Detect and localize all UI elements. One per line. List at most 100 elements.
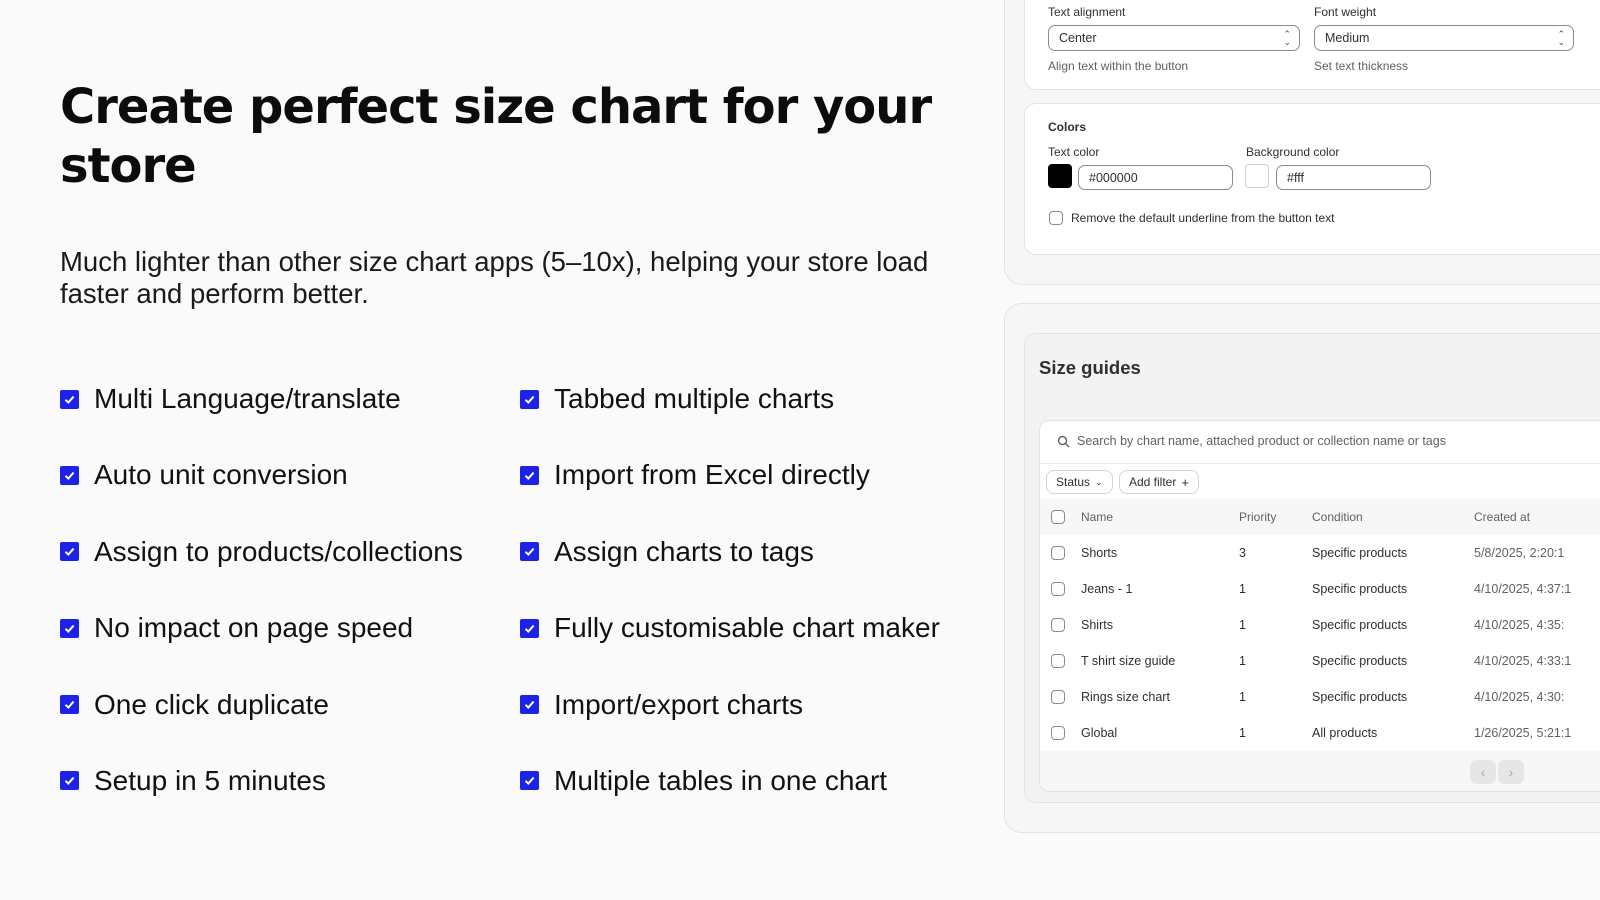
- checkbox-checked-icon: [520, 542, 539, 562]
- row-name[interactable]: T shirt size guide: [1081, 643, 1175, 679]
- row-condition: Specific products: [1312, 618, 1408, 632]
- row-created-at: 4/10/2025, 4:33:1: [1474, 654, 1572, 668]
- row-name[interactable]: Global: [1081, 715, 1117, 751]
- feature-label: Import from Excel directly: [554, 459, 870, 491]
- feature-list-right: Tabbed multiple charts Import from Excel…: [520, 382, 970, 840]
- column-header-condition[interactable]: Condition: [1312, 499, 1363, 535]
- font-weight-hint: Set text thickness: [1314, 59, 1409, 73]
- feature-list-left: Multi Language/translate Auto unit conve…: [60, 382, 510, 840]
- table-row[interactable]: T shirt size guide 1 Specific products 4…: [1040, 643, 1600, 680]
- column-header-created-at[interactable]: Created at: [1474, 499, 1530, 535]
- feature-item: Tabbed multiple charts: [520, 382, 970, 416]
- row-condition: Specific products: [1312, 582, 1408, 596]
- row-checkbox[interactable]: [1051, 546, 1065, 560]
- row-name[interactable]: Shorts: [1081, 535, 1117, 571]
- feature-label: Multi Language/translate: [94, 383, 401, 414]
- text-alignment-label: Text alignment: [1048, 5, 1126, 19]
- row-name[interactable]: Rings size chart: [1081, 679, 1170, 715]
- checkbox-checked-icon: [60, 389, 79, 409]
- row-name[interactable]: Shirts: [1081, 607, 1113, 643]
- row-checkbox[interactable]: [1051, 654, 1065, 668]
- pagination-bar: ‹ ›: [1040, 751, 1600, 791]
- background-color-swatch[interactable]: [1245, 164, 1269, 188]
- row-priority: 1: [1239, 654, 1246, 668]
- row-created-at: 4/10/2025, 4:35:: [1474, 618, 1565, 632]
- text-color-input[interactable]: #000000: [1078, 165, 1233, 190]
- font-weight-select[interactable]: Medium ⌃ ⌄: [1314, 25, 1574, 51]
- feature-item: Assign charts to tags: [520, 535, 970, 569]
- colors-card: Colors Text color #000000 Background col…: [1024, 103, 1600, 255]
- checkbox-checked-icon: [60, 465, 79, 485]
- row-checkbox[interactable]: [1051, 726, 1065, 740]
- table-row[interactable]: Global 1 All products 1/26/2025, 5:21:1: [1040, 715, 1600, 752]
- row-condition: All products: [1312, 726, 1378, 740]
- feature-item: Multi Language/translate: [60, 382, 510, 416]
- text-color-label: Text color: [1048, 145, 1100, 159]
- page-subtitle: Much lighter than other size chart apps …: [60, 246, 929, 309]
- row-priority: 1: [1239, 618, 1246, 632]
- search-bar[interactable]: Search by chart name, attached product o…: [1040, 421, 1600, 464]
- page-title: Create perfect size chart for your store: [60, 79, 932, 194]
- row-checkbox[interactable]: [1051, 618, 1065, 632]
- feature-item: Auto unit conversion: [60, 458, 510, 492]
- text-color-swatch[interactable]: [1048, 164, 1072, 188]
- select-chevron-icon: ⌃ ⌄: [1283, 29, 1291, 47]
- checkbox-checked-icon: [520, 465, 539, 485]
- feature-item: Import from Excel directly: [520, 458, 970, 492]
- font-weight-value: Medium: [1325, 31, 1370, 45]
- checkbox-checked-icon: [520, 618, 539, 638]
- chevron-down-icon: ⌄: [1095, 476, 1103, 487]
- column-header-name[interactable]: Name: [1081, 499, 1113, 535]
- background-color-value: #fff: [1287, 170, 1304, 185]
- checkbox-checked-icon: [520, 695, 539, 715]
- colors-heading: Colors: [1048, 120, 1087, 134]
- table-row[interactable]: Shirts 1 Specific products 4/10/2025, 4:…: [1040, 607, 1600, 644]
- table-row[interactable]: Shorts 3 Specific products 5/8/2025, 2:2…: [1040, 535, 1600, 572]
- row-priority: 1: [1239, 726, 1246, 740]
- feature-label: Assign charts to tags: [554, 535, 814, 567]
- feature-item: One click duplicate: [60, 688, 510, 722]
- search-input[interactable]: Search by chart name, attached product o…: [1077, 434, 1446, 448]
- row-created-at: 4/10/2025, 4:37:1: [1474, 582, 1572, 596]
- font-weight-label: Font weight: [1314, 5, 1377, 19]
- table-row[interactable]: Jeans - 1 1 Specific products 4/10/2025,…: [1040, 571, 1600, 608]
- feature-item: Assign to products/collections: [60, 535, 510, 569]
- row-checkbox[interactable]: [1051, 582, 1065, 596]
- size-guides-title: Size guides: [1039, 357, 1141, 378]
- row-condition: Specific products: [1312, 690, 1408, 704]
- feature-item: Fully customisable chart maker: [520, 611, 970, 645]
- feature-item: Multiple tables in one chart: [520, 764, 970, 798]
- button-settings-panel: Text alignment Center ⌃ ⌄ Align text with…: [1004, 0, 1600, 285]
- checkbox-checked-icon: [520, 771, 539, 791]
- table-row[interactable]: Rings size chart 1 Specific products 4/1…: [1040, 679, 1600, 716]
- feature-item: No impact on page speed: [60, 611, 510, 645]
- row-name[interactable]: Jeans - 1: [1081, 571, 1132, 607]
- background-color-input[interactable]: #fff: [1276, 165, 1431, 190]
- status-filter-button[interactable]: Status ⌄: [1046, 470, 1113, 494]
- feature-label: Auto unit conversion: [94, 459, 348, 491]
- feature-label: Setup in 5 minutes: [94, 764, 326, 796]
- row-condition: Specific products: [1312, 654, 1408, 668]
- search-icon: [1057, 435, 1070, 453]
- status-filter-label: Status: [1056, 475, 1091, 489]
- add-filter-button[interactable]: Add filter +: [1119, 470, 1199, 494]
- checkbox-checked-icon: [60, 618, 79, 638]
- select-chevron-icon: ⌃ ⌄: [1557, 29, 1565, 47]
- select-all-checkbox[interactable]: [1051, 510, 1065, 524]
- underline-checkbox[interactable]: [1049, 211, 1063, 225]
- feature-label: Fully customisable chart maker: [554, 612, 940, 644]
- next-page-button[interactable]: ›: [1498, 760, 1524, 784]
- underline-option-label[interactable]: Remove the default underline from the bu…: [1071, 211, 1335, 225]
- checkbox-checked-icon: [60, 695, 79, 715]
- checkbox-checked-icon: [520, 389, 539, 409]
- text-alignment-select[interactable]: Center ⌃ ⌄: [1048, 25, 1300, 51]
- typography-card: Text alignment Center ⌃ ⌄ Align text with…: [1024, 0, 1600, 90]
- feature-label: Assign to products/collections: [94, 535, 463, 567]
- column-header-priority[interactable]: Priority: [1239, 499, 1276, 535]
- row-condition: Specific products: [1312, 546, 1408, 560]
- feature-label: One click duplicate: [94, 688, 330, 720]
- text-color-value: #000000: [1089, 170, 1138, 185]
- text-alignment-value: Center: [1059, 31, 1097, 45]
- previous-page-button[interactable]: ‹: [1470, 760, 1496, 784]
- row-checkbox[interactable]: [1051, 690, 1065, 704]
